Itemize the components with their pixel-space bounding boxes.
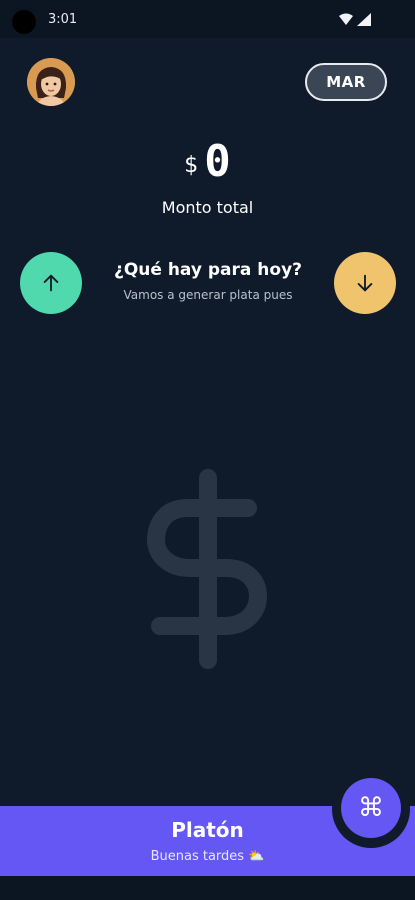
- arrow-up-icon: [43, 274, 59, 292]
- arrow-down-icon: [357, 274, 373, 292]
- month-selector-button[interactable]: MAR: [305, 63, 387, 101]
- command-menu-button[interactable]: ⌘: [341, 778, 401, 838]
- signal-icon: [357, 13, 371, 26]
- camera-cutout: [12, 10, 36, 34]
- greeting-text: Buenas tardes ⛅: [150, 849, 265, 864]
- avatar[interactable]: [27, 58, 75, 106]
- avatar-portrait-icon: [27, 58, 75, 106]
- dollar-watermark-icon: [146, 469, 268, 669]
- wifi-icon: [339, 13, 353, 25]
- prompt-subtitle: Vamos a generar plata pues: [123, 288, 293, 302]
- prompt-title: ¿Qué hay para hoy?: [113, 260, 303, 280]
- status-time: 3:01: [48, 12, 78, 27]
- balance-display: $ 0: [0, 138, 415, 186]
- add-income-button[interactable]: [20, 252, 82, 314]
- status-bar: 3:01: [0, 0, 415, 38]
- system-navigation-bar: [0, 876, 415, 900]
- add-expense-button[interactable]: [334, 252, 396, 314]
- currency-symbol: $: [184, 153, 199, 178]
- command-icon: ⌘: [358, 793, 384, 823]
- total-label: Monto total: [161, 198, 254, 217]
- total-amount: 0: [204, 136, 231, 187]
- status-icons: [339, 13, 371, 26]
